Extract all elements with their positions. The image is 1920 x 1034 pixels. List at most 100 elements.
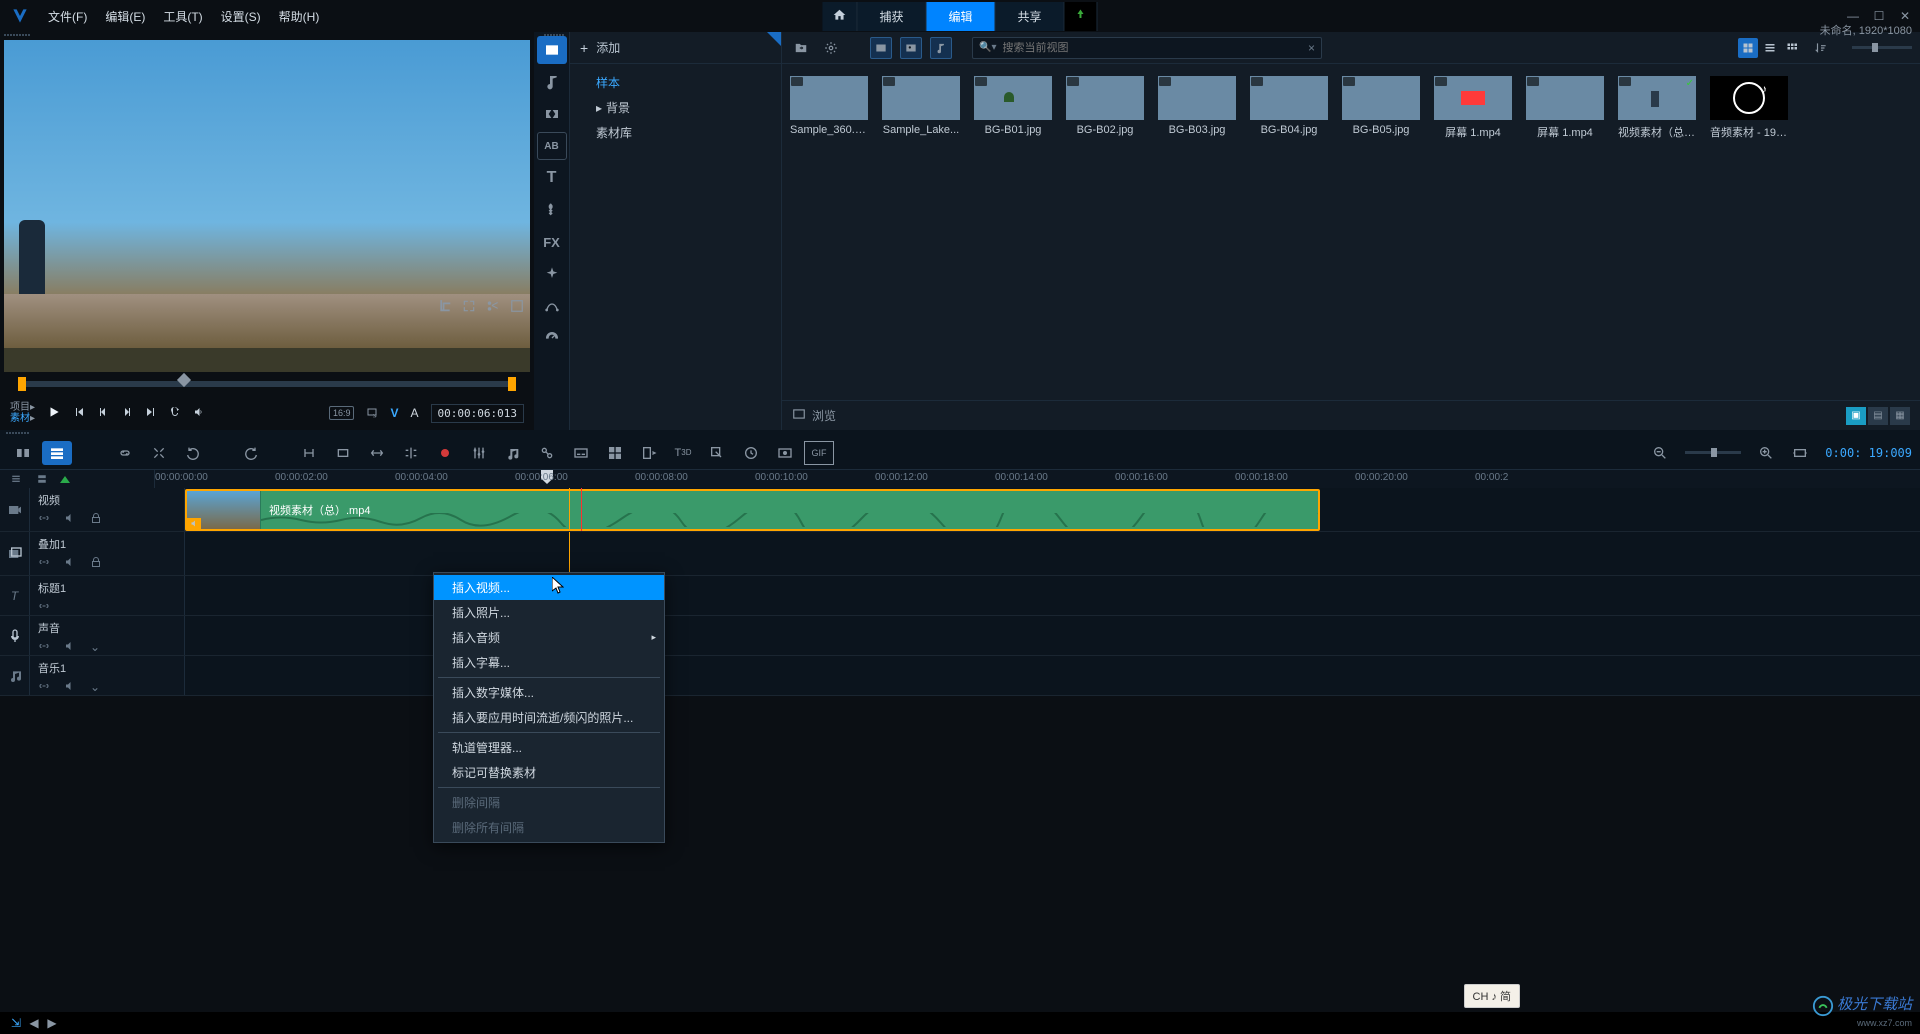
minimize-button[interactable]: — (1846, 9, 1860, 23)
zoom-out-icon[interactable] (1645, 441, 1675, 465)
ctx-insert-digital[interactable]: 插入数字媒体... (434, 680, 664, 705)
clip-mute-icon[interactable] (187, 518, 201, 529)
tab-home[interactable] (822, 2, 857, 31)
fx-category-icon[interactable]: FX (537, 228, 567, 256)
split-icon[interactable] (396, 441, 426, 465)
import-folder-icon[interactable] (790, 37, 812, 59)
timeline-mode-icon[interactable] (42, 441, 72, 465)
menu-file[interactable]: 文件(F) (48, 8, 87, 25)
asset-item[interactable]: BG-B01.jpg (974, 76, 1052, 140)
collapse-all-icon[interactable] (8, 473, 24, 485)
time-remap-icon[interactable] (736, 441, 766, 465)
zoom-in-icon[interactable] (1751, 441, 1781, 465)
tag-a-icon[interactable]: ▣ (1846, 407, 1866, 425)
audio-indicator[interactable]: A (411, 406, 419, 420)
reframe-icon[interactable] (634, 441, 664, 465)
lock-icon[interactable] (90, 512, 104, 526)
tree-item-background[interactable]: ▸背景 (596, 95, 781, 120)
filter-audio-icon[interactable] (930, 37, 952, 59)
multicam-icon[interactable] (600, 441, 630, 465)
loop-button[interactable] (169, 406, 181, 421)
3d-title-icon[interactable]: T3D (668, 441, 698, 465)
filter-video-icon[interactable] (870, 37, 892, 59)
undo-icon[interactable] (178, 441, 208, 465)
goto-end-button[interactable] (145, 406, 157, 421)
tag-c-icon[interactable]: ▦ (1890, 407, 1910, 425)
tools-icon[interactable] (144, 441, 174, 465)
ctx-insert-audio[interactable]: 插入音频▸ (434, 625, 664, 650)
timeline-ruler[interactable]: 00:00:00:0000:00:02:0000:00:04:0000:00:0… (0, 470, 1920, 488)
scroll-left-icon[interactable]: ◀ (26, 1015, 42, 1031)
fit-clip-icon[interactable] (328, 441, 358, 465)
link-icon[interactable] (38, 640, 52, 654)
auto-music-icon[interactable] (498, 441, 528, 465)
view-list-icon[interactable] (1760, 38, 1780, 58)
mute-icon[interactable] (64, 680, 78, 694)
menu-help[interactable]: 帮助(H) (279, 8, 320, 25)
link-icon[interactable] (38, 512, 52, 526)
link-icon[interactable] (38, 556, 52, 570)
speed-category-icon[interactable] (537, 324, 567, 352)
expand-icon[interactable]: ⌄ (90, 680, 104, 694)
preview-viewport[interactable] (4, 40, 530, 372)
link-icon[interactable] (38, 600, 52, 614)
video-indicator[interactable]: V (390, 406, 398, 420)
redo-icon[interactable] (236, 441, 266, 465)
view-grid-icon[interactable] (1782, 38, 1802, 58)
asset-item[interactable]: BG-B02.jpg (1066, 76, 1144, 140)
motion-track-icon[interactable] (532, 441, 562, 465)
view-thumb-icon[interactable] (1738, 38, 1758, 58)
tab-upload[interactable] (1065, 2, 1098, 31)
title-category-icon[interactable]: AB (537, 132, 567, 160)
text-category-icon[interactable]: T (537, 164, 567, 192)
mixer-icon[interactable] (464, 441, 494, 465)
options-gear-icon[interactable] (820, 37, 842, 59)
ctx-mark-replaceable[interactable]: 标记可替换素材 (434, 760, 664, 785)
resize-icon[interactable] (366, 406, 378, 421)
close-button[interactable]: ✕ (1898, 9, 1912, 23)
pin-corner-icon[interactable] (767, 32, 781, 46)
mute-icon[interactable] (64, 512, 78, 526)
search-box[interactable]: 🔍▾ × (972, 37, 1322, 59)
motion-category-icon[interactable] (537, 292, 567, 320)
pan-zoom-icon[interactable] (702, 441, 732, 465)
sort-icon[interactable] (1810, 37, 1832, 59)
correction-category-icon[interactable] (537, 260, 567, 288)
prev-frame-button[interactable] (97, 406, 109, 421)
asset-item[interactable]: Sample_Lake... (882, 76, 960, 140)
zoom-slider[interactable] (1685, 451, 1741, 454)
expand-all-icon[interactable] (34, 473, 50, 485)
audio-category-icon[interactable] (537, 68, 567, 96)
tree-item-sample[interactable]: 样本 (596, 70, 781, 95)
crop-icon[interactable] (438, 299, 452, 316)
transition-category-icon[interactable] (537, 100, 567, 128)
clear-search-icon[interactable]: × (1308, 41, 1315, 55)
ctx-insert-video[interactable]: 插入视频... (434, 575, 664, 600)
asset-item[interactable]: Sample_360.m... (790, 76, 868, 140)
fit-timeline-icon[interactable] (1785, 441, 1815, 465)
volume-button[interactable] (193, 406, 205, 421)
ctx-track-manager[interactable]: 轨道管理器... (434, 735, 664, 760)
scroll-right-icon[interactable]: ▶ (44, 1015, 60, 1031)
link-icon[interactable] (110, 441, 140, 465)
thumb-size-slider[interactable] (1852, 46, 1912, 49)
asset-item[interactable]: 音频素材 - 196... (1710, 76, 1788, 140)
ctx-insert-photo[interactable]: 插入照片... (434, 600, 664, 625)
track-add-icon[interactable] (60, 476, 70, 483)
gif-icon[interactable]: GIF (804, 441, 834, 465)
scissors-icon[interactable] (486, 299, 500, 316)
filter-photo-icon[interactable] (900, 37, 922, 59)
asset-item[interactable]: BG-B03.jpg (1158, 76, 1236, 140)
storyboard-mode-icon[interactable] (8, 441, 38, 465)
menu-edit[interactable]: 编辑(E) (105, 8, 145, 25)
tab-capture[interactable]: 捕获 (857, 2, 926, 31)
aspect-ratio[interactable]: 16:9 (329, 406, 355, 420)
asset-item[interactable]: ✓视频素材（总）... (1618, 76, 1696, 140)
media-category-icon[interactable] (537, 36, 567, 64)
preview-scrubber[interactable] (0, 372, 534, 396)
search-input[interactable] (1002, 42, 1302, 54)
tab-share[interactable]: 共享 (996, 2, 1065, 31)
mute-icon[interactable] (64, 556, 78, 570)
next-frame-button[interactable] (121, 406, 133, 421)
fullscreen-icon[interactable] (462, 299, 476, 316)
